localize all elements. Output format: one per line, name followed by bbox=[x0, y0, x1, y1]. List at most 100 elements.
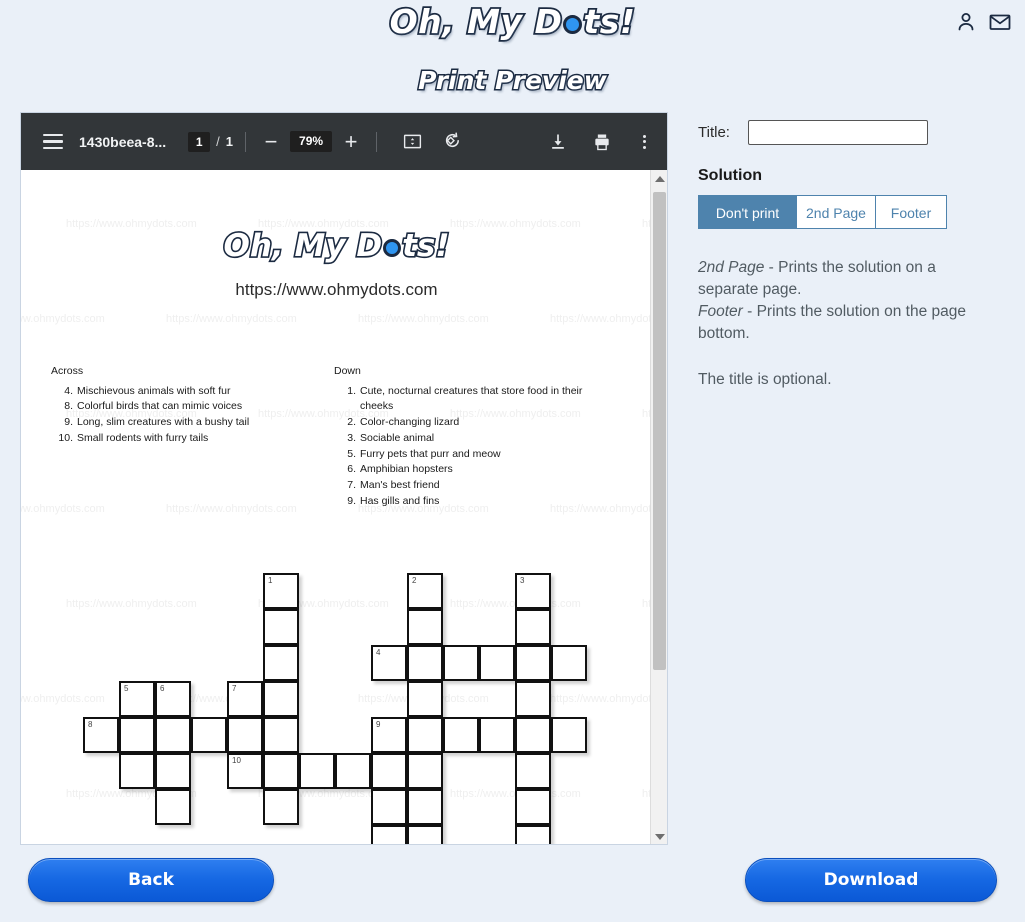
watermark-text: https://www.ohmydots.com bbox=[358, 313, 489, 325]
crossword-cell bbox=[407, 681, 443, 717]
crossword-cell bbox=[263, 717, 299, 753]
across-clue-item: 10. Small rodents with furry tails bbox=[51, 431, 316, 447]
crossword-cell bbox=[299, 753, 335, 789]
document-name: 1430beea-8... bbox=[79, 133, 167, 150]
zoom-level[interactable]: 79% bbox=[290, 131, 333, 152]
scroll-up-arrow-icon[interactable] bbox=[655, 176, 665, 182]
crossword-cell-number: 6 bbox=[160, 684, 165, 693]
crossword-cell-number: 1 bbox=[268, 576, 273, 585]
down-clue-text: Man's best friend bbox=[360, 478, 440, 491]
down-clue-number: 9. bbox=[347, 494, 356, 507]
solution-label: Solution bbox=[698, 167, 762, 184]
crossword-cell bbox=[371, 825, 407, 844]
download-button[interactable]: Download bbox=[745, 858, 997, 902]
crossword-cell bbox=[119, 717, 155, 753]
crossword-cell bbox=[515, 825, 551, 844]
down-clue-number: 2. bbox=[347, 416, 356, 429]
solution-option-footer[interactable]: Footer bbox=[875, 195, 947, 229]
crossword-cell bbox=[119, 753, 155, 789]
scroll-down-arrow-icon[interactable] bbox=[655, 834, 665, 840]
down-clue-text: Amphibian hopsters bbox=[360, 463, 453, 476]
crossword-cell bbox=[515, 753, 551, 789]
page-number-input[interactable]: 1 bbox=[188, 131, 211, 152]
crossword-cell: 6 bbox=[155, 681, 191, 717]
across-clue-item: 9. Long, slim creatures with a bushy tail bbox=[51, 415, 316, 431]
watermark-text: https://www.ohmydots.com bbox=[166, 313, 297, 325]
crossword-cell bbox=[155, 789, 191, 825]
crossword-cell-number: 8 bbox=[88, 720, 93, 729]
solution-option-dont-print[interactable]: Don't print bbox=[698, 195, 796, 229]
crossword-cell bbox=[371, 789, 407, 825]
watermark-text: https://www.ohmydots.com bbox=[166, 503, 297, 515]
down-clue-list: 1. Cute, nocturnal creatures that store f… bbox=[334, 384, 589, 510]
down-clue-text: Cute, nocturnal creatures that store foo… bbox=[360, 384, 583, 413]
down-clue-number: 5. bbox=[347, 447, 356, 460]
watermark-text: https://www.ohmydots.com bbox=[550, 693, 652, 705]
person-icon[interactable] bbox=[954, 10, 978, 34]
help-term-footer: Footer bbox=[698, 303, 743, 320]
crossword-cell bbox=[191, 717, 227, 753]
title-input[interactable] bbox=[747, 120, 928, 145]
crossword-cell bbox=[407, 825, 443, 844]
across-clue-number: 10. bbox=[58, 431, 73, 444]
crossword-cell bbox=[515, 789, 551, 825]
brand-logo: Oh, My D ts! bbox=[0, 0, 1025, 43]
crossword-cell: 10 bbox=[227, 753, 263, 789]
title-label: Title: bbox=[698, 124, 730, 141]
title-row: Title: bbox=[698, 120, 998, 145]
across-clue-number: 8. bbox=[64, 400, 73, 413]
crossword-cell bbox=[515, 645, 551, 681]
down-heading: Down bbox=[334, 365, 361, 377]
crossword-cell bbox=[407, 753, 443, 789]
solution-help-text: 2nd Page - Prints the solution on a sepa… bbox=[698, 257, 998, 345]
down-clue-item: 9. Has gills and fins bbox=[334, 494, 589, 510]
crossword-cell bbox=[227, 717, 263, 753]
down-clue-item: 1. Cute, nocturnal creatures that store f… bbox=[334, 384, 589, 415]
crossword-cell bbox=[479, 645, 515, 681]
crossword-cell-number: 10 bbox=[232, 756, 241, 765]
crossword-cell bbox=[407, 609, 443, 645]
across-clue-text: Small rodents with furry tails bbox=[77, 431, 209, 444]
crossword-cell bbox=[515, 717, 551, 753]
crossword-cell bbox=[263, 681, 299, 717]
crossword-cell bbox=[263, 789, 299, 825]
down-clues: Down 1. Cute, nocturnal creatures that st… bbox=[334, 364, 589, 509]
crossword-cell: 9 bbox=[371, 717, 407, 753]
pdf-toolbar: 1430beea-8... 1 / 1 − 79% + bbox=[21, 113, 667, 170]
crossword-cell-number: 7 bbox=[232, 684, 237, 693]
crossword-cell bbox=[443, 645, 479, 681]
rotate-icon[interactable] bbox=[439, 129, 465, 155]
envelope-icon[interactable] bbox=[988, 10, 1012, 34]
crossword-cell bbox=[263, 609, 299, 645]
back-button[interactable]: Back bbox=[28, 858, 274, 902]
down-clue-item: 6. Amphibian hopsters bbox=[334, 462, 589, 478]
crossword-cell: 7 bbox=[227, 681, 263, 717]
down-clue-text: Furry pets that purr and meow bbox=[360, 447, 501, 460]
pdf-viewer: 1430beea-8... 1 / 1 − 79% + https://www.… bbox=[20, 112, 668, 845]
pdf-scrollbar[interactable] bbox=[650, 170, 667, 844]
hamburger-icon[interactable] bbox=[43, 133, 63, 150]
download-icon[interactable] bbox=[545, 129, 571, 155]
crossword-cell bbox=[443, 717, 479, 753]
crossword-cell-number: 9 bbox=[376, 720, 381, 729]
crossword-cell bbox=[263, 753, 299, 789]
fit-to-page-icon[interactable] bbox=[399, 129, 425, 155]
down-clue-item: 7. Man's best friend bbox=[334, 478, 589, 494]
pdf-scroll-thumb[interactable] bbox=[653, 192, 666, 670]
zoom-in-button[interactable]: + bbox=[338, 129, 364, 155]
print-icon[interactable] bbox=[589, 129, 615, 155]
crossword-cell bbox=[407, 717, 443, 753]
more-options-icon[interactable] bbox=[631, 129, 657, 155]
down-clue-number: 3. bbox=[347, 431, 356, 444]
solution-option-2nd-page[interactable]: 2nd Page bbox=[796, 195, 875, 229]
crossword-cell bbox=[407, 789, 443, 825]
solution-segmented-control: Don't print 2nd Page Footer bbox=[698, 195, 947, 229]
zoom-out-button[interactable]: − bbox=[258, 129, 284, 155]
crossword-cell bbox=[335, 753, 371, 789]
toolbar-divider bbox=[245, 131, 247, 152]
crossword-cell-number: 2 bbox=[412, 576, 417, 585]
crossword-cell bbox=[479, 717, 515, 753]
down-clue-item: 2. Color-changing lizard bbox=[334, 415, 589, 431]
document-logo: Oh, My D ts! bbox=[21, 226, 652, 265]
crossword-cell: 3 bbox=[515, 573, 551, 609]
